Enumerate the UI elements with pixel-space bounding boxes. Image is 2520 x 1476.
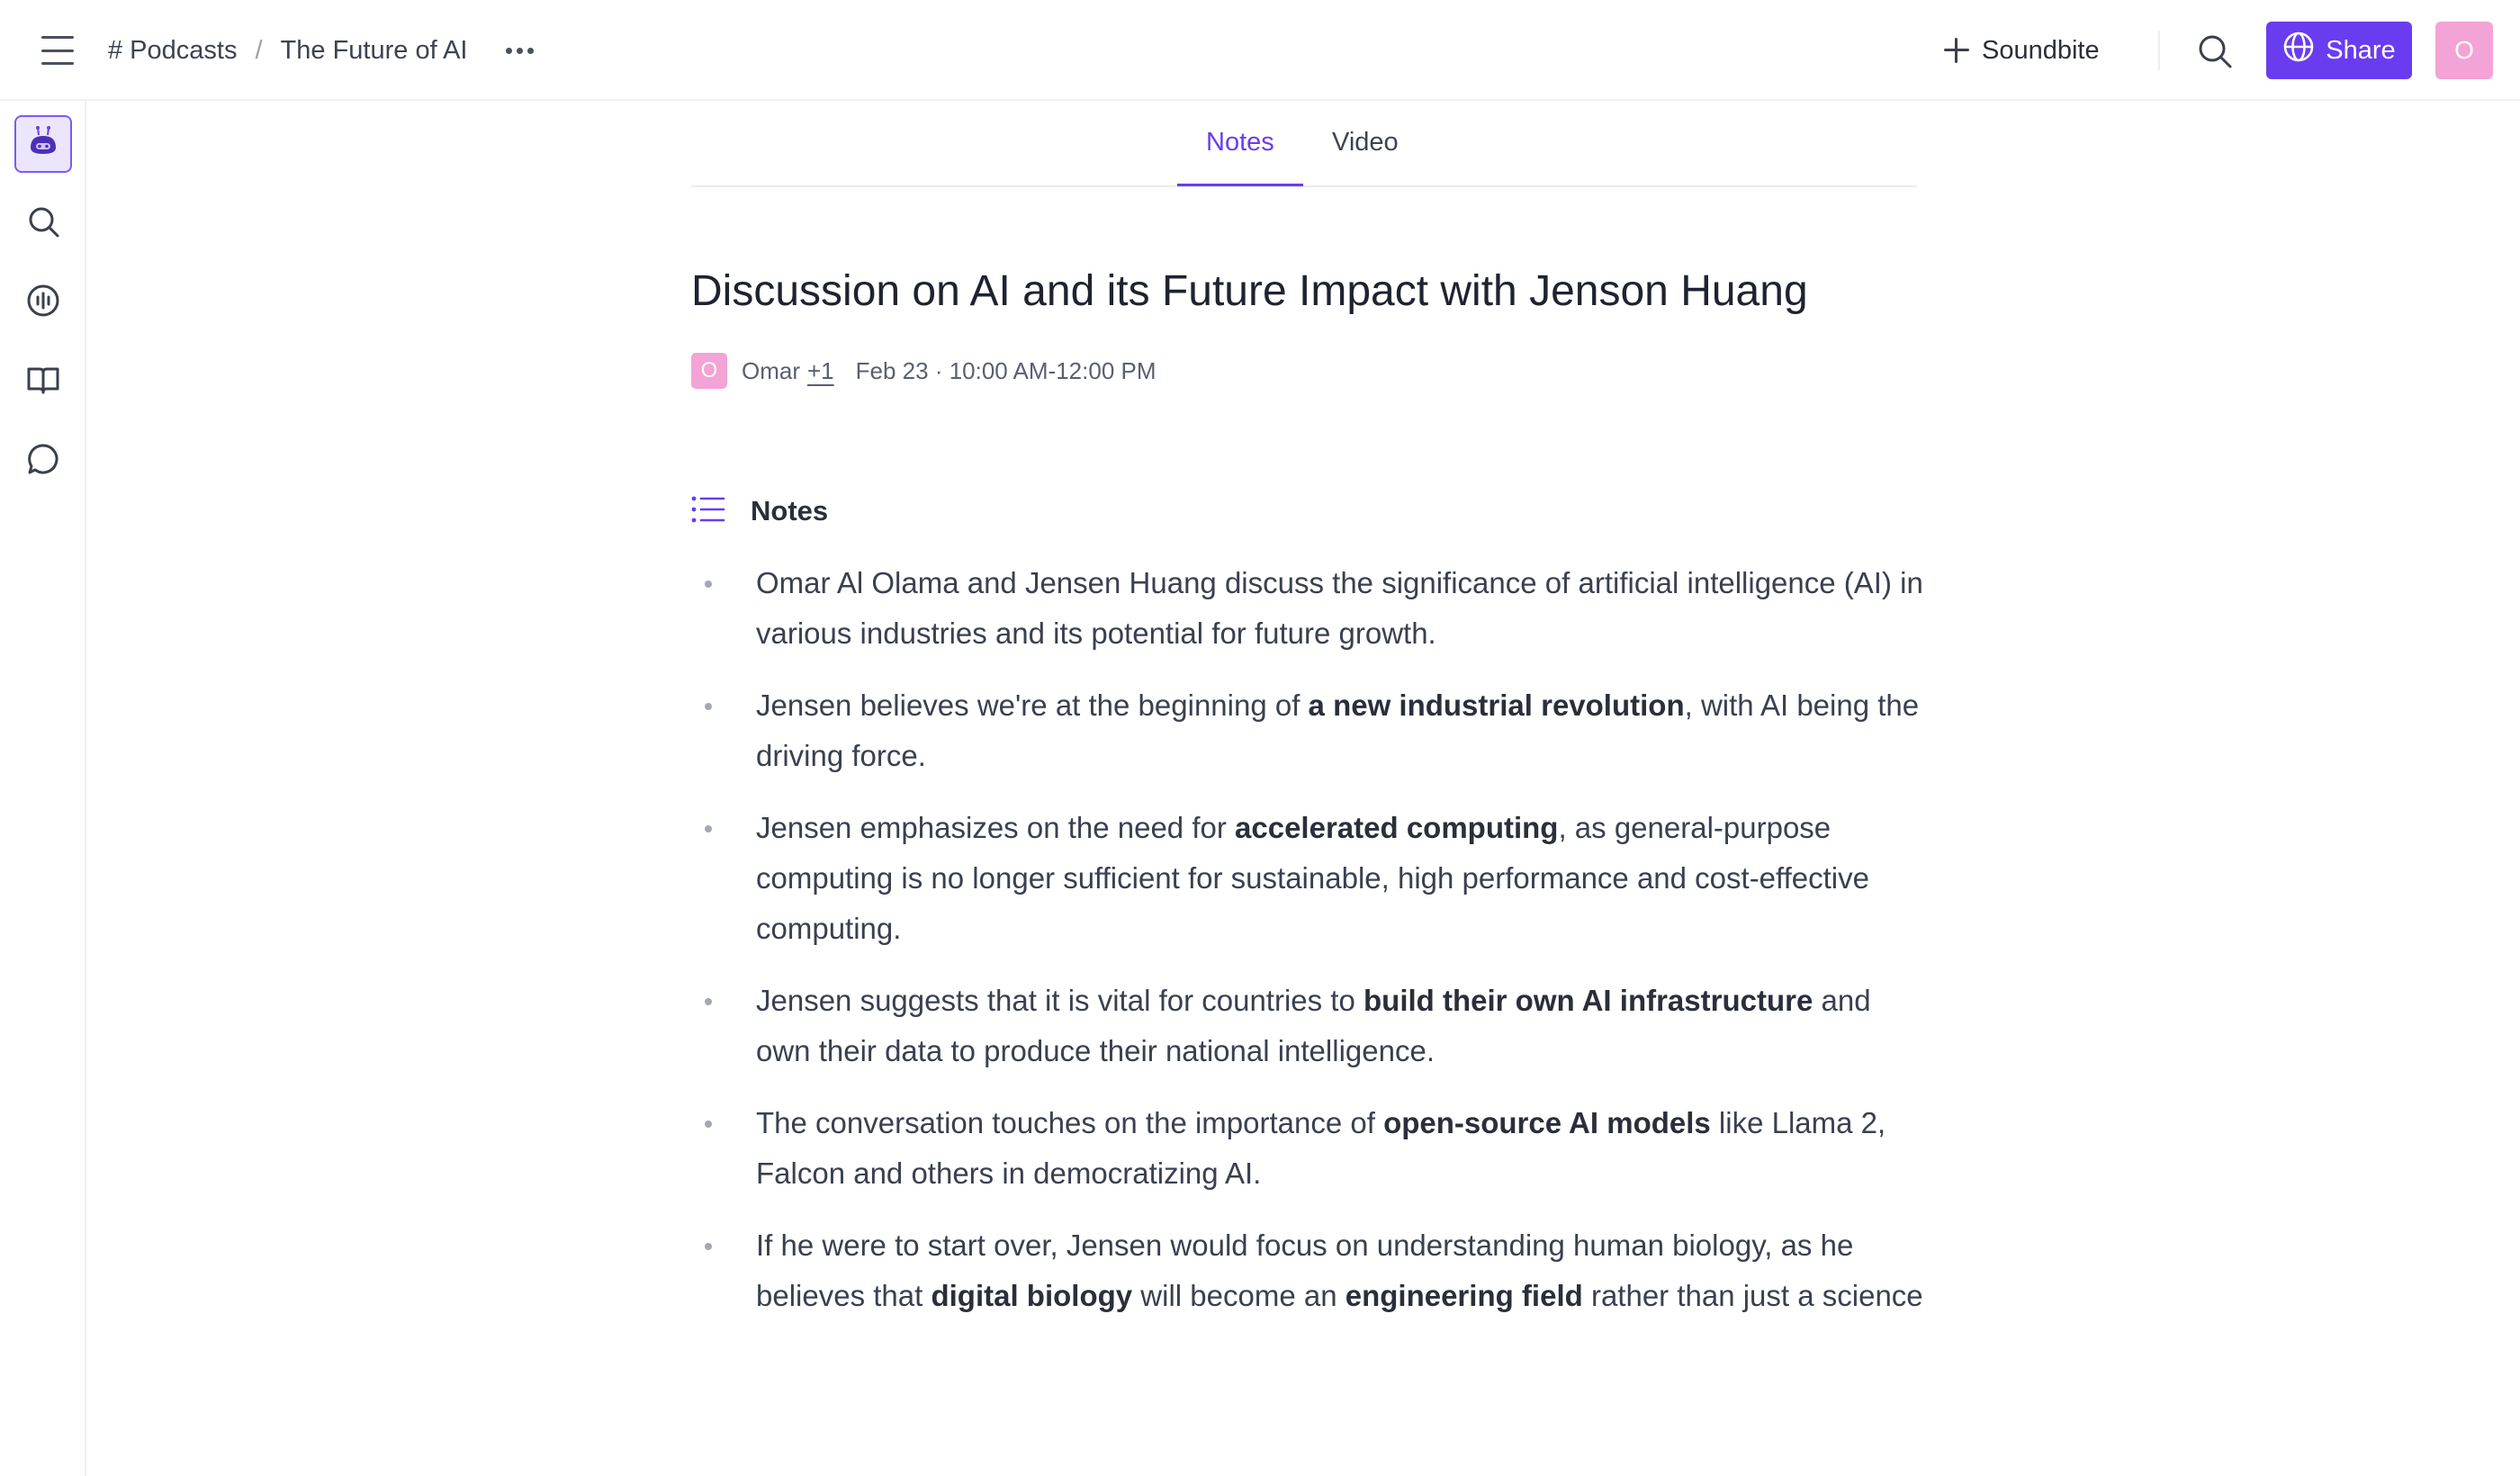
note-highlight: digital biology [931,1279,1133,1312]
breadcrumb: # Podcasts / The Future of AI [108,32,534,68]
share-button[interactable]: Share [2266,22,2412,79]
view-tabs: Notes Video [691,101,1917,187]
author-name: Omar [742,356,800,384]
soundbite-label: Soundbite [1982,35,2100,65]
chat-icon [25,441,61,482]
note-item: Jensen suggests that it is vital for cou… [691,976,1924,1076]
note-highlight: build their own AI infrastructure [1364,984,1814,1017]
active-tab-indicator [1177,184,1303,186]
note-item: The conversation touches on the importan… [691,1098,1924,1199]
note-text: Omar Al Olama and Jensen Huang discuss t… [756,566,1923,650]
page-title: Discussion on AI and its Future Impact w… [691,267,1808,315]
menu-icon[interactable] [36,32,79,68]
sidebar-item-audio[interactable] [14,274,72,331]
top-bar: # Podcasts / The Future of AI Soundbite … [0,0,2520,101]
note-text: Jensen emphasizes on the need for [756,811,1236,844]
breadcrumb-separator: / [255,35,263,65]
note-text: Jensen believes we're at the beginning o… [756,688,1309,722]
sidebar [0,101,86,1476]
book-icon [25,362,61,402]
note-highlight: open-source AI models [1383,1106,1711,1139]
share-label: Share [2326,35,2396,65]
user-avatar[interactable]: O [2435,22,2493,79]
note-highlight: accelerated computing [1235,811,1559,844]
breadcrumb-podcasts[interactable]: # Podcasts [108,36,237,66]
sidebar-item-chat[interactable] [14,432,72,490]
notes-heading: Notes [751,495,829,526]
bot-icon [25,124,61,165]
meeting-datetime: Feb 23 · 10:00 AM-12:00 PM [855,356,1156,384]
sidebar-item-search[interactable] [14,194,72,252]
author-avatar: O [691,353,727,389]
search-icon [25,203,61,244]
list-icon [691,496,725,527]
globe-icon [2282,31,2315,70]
note-text: rather than just a science [1582,1279,1923,1312]
extra-participants[interactable]: +1 [807,357,834,385]
soundbite-button[interactable]: Soundbite [1944,29,2100,72]
divider [2158,31,2160,70]
plus-icon [1944,38,1969,63]
sidebar-item-assistant[interactable] [14,115,72,173]
note-item: Omar Al Olama and Jensen Huang discuss t… [691,558,1924,659]
note-text: The conversation touches on the importan… [756,1106,1384,1139]
document-meta: O Omar +1 Feb 23 · 10:00 AM-12:00 PM [691,353,1156,389]
note-text: Jensen suggests that it is vital for cou… [756,984,1364,1017]
search-icon[interactable] [2196,32,2234,70]
note-highlight: engineering field [1345,1279,1583,1312]
note-item: Jensen emphasizes on the need for accele… [691,803,1924,954]
tab-notes[interactable]: Notes [1206,128,1274,158]
audio-icon [25,283,61,323]
sidebar-item-library[interactable] [14,353,72,410]
notes-section-header: Notes [691,490,828,533]
tab-video[interactable]: Video [1332,128,1399,158]
note-item: Jensen believes we're at the beginning o… [691,680,1924,781]
note-text: will become an [1132,1279,1346,1312]
breadcrumb-current-page[interactable]: The Future of AI [281,36,468,66]
note-highlight: a new industrial revolution [1308,688,1685,722]
notes-list: Omar Al Olama and Jensen Huang discuss t… [691,558,1924,1343]
more-options-icon[interactable] [505,32,534,68]
note-item: If he were to start over, Jensen would f… [691,1220,1924,1321]
